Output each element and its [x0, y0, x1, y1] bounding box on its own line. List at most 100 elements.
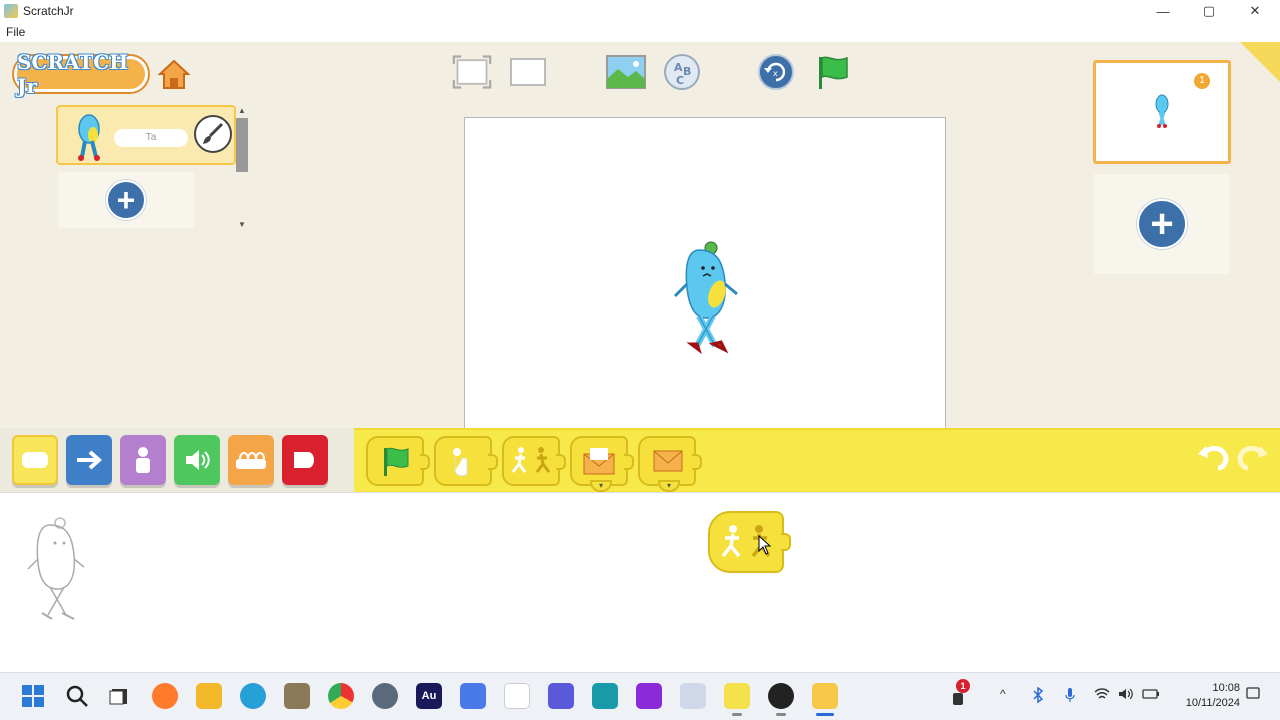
- svg-text:A: A: [674, 61, 683, 74]
- notepad-app[interactable]: [504, 683, 530, 709]
- wifi-icon[interactable]: [1094, 687, 1110, 701]
- app-running-indicator: [732, 713, 742, 716]
- bump-icon: [511, 447, 551, 473]
- purple-app[interactable]: [636, 683, 662, 709]
- search-icon: [66, 685, 88, 707]
- menu-file[interactable]: File: [6, 25, 25, 39]
- plus-icon: +: [106, 180, 146, 220]
- message-dropdown[interactable]: ▾: [658, 480, 680, 492]
- block-start-on-message[interactable]: ▾: [638, 436, 702, 492]
- scroll-up-icon[interactable]: ▲: [238, 106, 246, 115]
- start-button[interactable]: [20, 683, 46, 709]
- firefox-app[interactable]: [152, 683, 178, 709]
- block-start-on-tap[interactable]: [434, 436, 498, 486]
- undo-icon: [1198, 446, 1229, 471]
- add-page-button[interactable]: +: [1094, 174, 1230, 274]
- mouse-cursor-icon: [758, 535, 772, 555]
- active-app-indicator: [816, 713, 834, 716]
- redo-button[interactable]: [1236, 442, 1270, 472]
- notification-center-icon[interactable]: [1246, 687, 1260, 701]
- microphone-icon[interactable]: [1064, 687, 1076, 703]
- power-automate-app[interactable]: [460, 683, 486, 709]
- green-flag-button[interactable]: [812, 52, 852, 92]
- tap-icon: [453, 448, 468, 477]
- message-dropdown[interactable]: ▾: [590, 480, 612, 492]
- title-bar: ScratchJr — ▢ ✕: [0, 0, 1280, 22]
- bluetooth-icon[interactable]: [1032, 687, 1044, 703]
- category-end-button[interactable]: [282, 435, 328, 485]
- script-area[interactable]: [0, 492, 1280, 672]
- grid-button[interactable]: [508, 52, 548, 92]
- sprite-thumbnail: [78, 114, 100, 161]
- system-clock[interactable]: 10:08 10/11/2024: [1168, 681, 1240, 711]
- volume-icon[interactable]: [1118, 687, 1134, 701]
- category-looks-button[interactable]: [120, 435, 166, 485]
- block-send-message[interactable]: ▾: [570, 436, 634, 492]
- sprite-card-selected[interactable]: Ta: [56, 105, 236, 165]
- category-control-button[interactable]: [228, 435, 274, 485]
- background-button[interactable]: [606, 52, 646, 92]
- fullscreen-button[interactable]: [452, 52, 492, 92]
- category-sound-button[interactable]: [174, 435, 220, 485]
- scratchjr-app[interactable]: [812, 683, 838, 709]
- gimp-app[interactable]: [284, 683, 310, 709]
- stage-canvas[interactable]: [464, 117, 946, 428]
- notification-app[interactable]: 1: [946, 679, 972, 709]
- person-icon: [136, 447, 150, 473]
- block-start-on-green-flag[interactable]: [366, 436, 430, 486]
- page-thumbnail-1[interactable]: 1: [1093, 60, 1231, 164]
- home-icon: [157, 59, 191, 89]
- plus-icon: +: [1137, 199, 1187, 249]
- scrollbar-thumb[interactable]: [236, 118, 248, 172]
- close-button[interactable]: ✕: [1232, 0, 1278, 22]
- block-notch: [624, 454, 634, 470]
- paint-editor-button[interactable]: [194, 115, 232, 153]
- fullscreen-icon: [452, 55, 492, 89]
- file-explorer-app[interactable]: [196, 683, 222, 709]
- audition-app[interactable]: Au: [416, 683, 442, 709]
- character-sprite[interactable]: [671, 240, 741, 358]
- category-triggering-button[interactable]: [12, 435, 58, 485]
- text-button[interactable]: A B C: [662, 52, 702, 92]
- teams-app[interactable]: [548, 683, 574, 709]
- settings-app[interactable]: [372, 683, 398, 709]
- reset-button[interactable]: x: [756, 52, 796, 92]
- scroll-down-icon[interactable]: ▼: [238, 220, 246, 229]
- svg-text:C: C: [676, 74, 684, 87]
- scratchjr-app-icon: [4, 4, 18, 18]
- main-area: SCRATCH Jr A B C x Ta + ▲ ▼ 1 +: [0, 42, 1280, 428]
- logo-text: SCRATCH Jr: [17, 50, 129, 98]
- trigger-icon: [22, 452, 48, 468]
- block-start-on-bump[interactable]: [502, 436, 566, 486]
- show-hidden-icons-chevron[interactable]: ^: [1000, 687, 1006, 701]
- maximize-button[interactable]: ▢: [1186, 0, 1232, 22]
- page-thumbnail-sprite: [1155, 94, 1169, 128]
- add-sprite-button[interactable]: +: [58, 172, 194, 228]
- block-notch: [692, 454, 702, 470]
- undo-button[interactable]: [1196, 442, 1230, 472]
- svg-text:B: B: [683, 65, 691, 78]
- corner-tab[interactable]: [1240, 42, 1280, 82]
- script-sprite-watermark: [27, 517, 85, 620]
- search-button[interactable]: [64, 683, 90, 709]
- ghost-app[interactable]: [680, 683, 706, 709]
- sprite-list-scrollbar[interactable]: ▲ ▼: [236, 106, 248, 230]
- edge-app[interactable]: [240, 683, 266, 709]
- page-number-badge: 1: [1194, 73, 1210, 89]
- battery-icon[interactable]: [1142, 687, 1160, 701]
- arrow-right-icon: [77, 450, 103, 470]
- obs-app[interactable]: [768, 683, 794, 709]
- home-button[interactable]: [156, 56, 192, 92]
- task-view-icon: [109, 689, 127, 705]
- minimize-button[interactable]: —: [1140, 0, 1186, 22]
- green-flag-icon: [384, 447, 409, 476]
- script-block-start-on-bump[interactable]: [708, 511, 791, 573]
- sticky-notes-app[interactable]: [724, 683, 750, 709]
- block-categories: [12, 430, 352, 490]
- task-view-button[interactable]: [106, 683, 132, 709]
- edu-app[interactable]: [592, 683, 618, 709]
- sprite-name-field[interactable]: Ta: [114, 129, 188, 147]
- block-notch: [420, 454, 430, 470]
- chrome-app[interactable]: [328, 683, 354, 709]
- category-motion-button[interactable]: [66, 435, 112, 485]
